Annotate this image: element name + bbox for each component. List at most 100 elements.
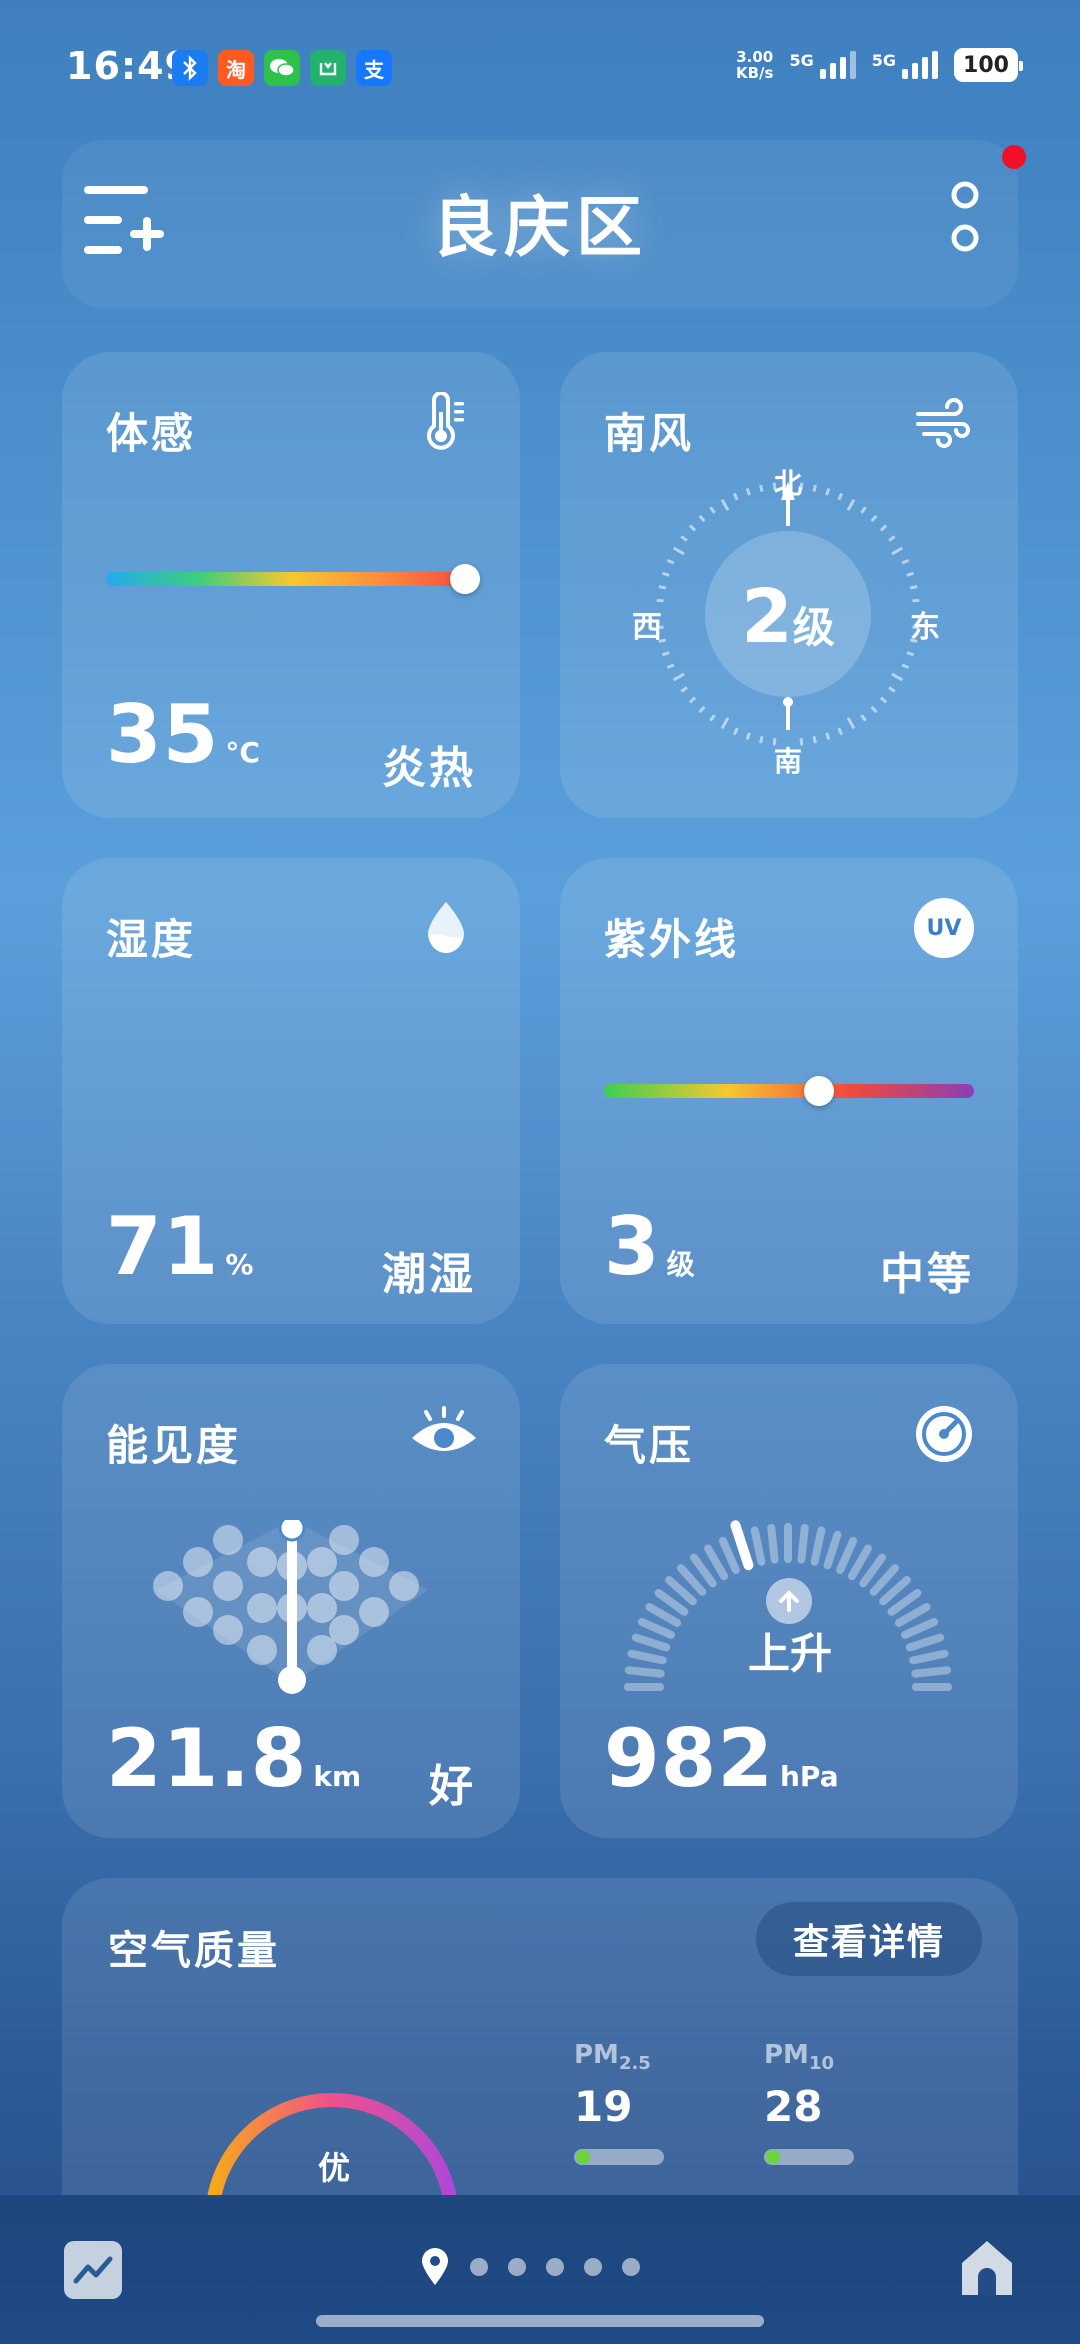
pressure-value: 982 hPa (604, 1712, 839, 1805)
pressure-tick (631, 1633, 671, 1652)
wind-card[interactable]: 南风 北 南 西 东 2级 (560, 352, 1018, 818)
compass-tick (888, 686, 896, 693)
compass-tick (909, 585, 918, 590)
pressure-title: 气压 (604, 1421, 695, 1470)
air-quality-card[interactable]: 空气质量 查看详情 优 PM2.5 19 PM10 28 (62, 1878, 1018, 2198)
pressure-tick (848, 1544, 872, 1581)
pm10-value: 28 (764, 2082, 823, 2132)
wind-icon (914, 392, 974, 452)
thermometer-icon (416, 391, 476, 452)
pressure-tick (900, 1617, 939, 1639)
compass-tick (666, 663, 675, 670)
compass-tick (870, 705, 878, 714)
signal-2-icon: 5G (872, 51, 938, 79)
pressure-unit: hPa (780, 1760, 839, 1793)
compass-tick (658, 585, 667, 590)
network-speed-value: 3.00 (736, 48, 774, 66)
compass-tick (901, 558, 910, 565)
status-indicators: 3.00 KB/s 5G 5G 100 (736, 48, 1023, 82)
page-dot[interactable] (546, 2258, 564, 2276)
uv-card[interactable]: 紫外线 UV 3级 中等 (560, 858, 1018, 1324)
location-pin-icon (422, 2248, 448, 2285)
compass-tick (745, 732, 751, 741)
visibility-card[interactable]: 能见度 21.8 km 好 (62, 1364, 520, 1838)
pm10-label-text: PM (764, 2040, 809, 2070)
humidity-value: 71% (106, 1200, 253, 1293)
page-dot[interactable] (508, 2258, 526, 2276)
wind-level-unit: 级 (792, 603, 835, 652)
pm25-block: PM2.5 19 (574, 2040, 694, 2166)
visibility-value: 21.8 km (106, 1712, 361, 1805)
view-details-button[interactable]: 查看详情 (756, 1902, 982, 1976)
trend-chart-icon[interactable] (64, 2241, 122, 2299)
pm25-label-text: PM (574, 2040, 619, 2070)
pm25-bar (574, 2149, 664, 2166)
feels-like-unit: °C (225, 736, 260, 769)
page-dot[interactable] (622, 2258, 640, 2276)
compass-tick (688, 524, 697, 532)
feels-like-card[interactable]: 体感 35 °C 炎热 (62, 352, 520, 818)
compass-tick (860, 506, 867, 514)
uv-indicator (803, 1076, 834, 1106)
wind-level: 2级 (698, 574, 878, 660)
pressure-number: 982 (604, 1712, 774, 1805)
compass-north-label: 北 (773, 467, 802, 500)
pm25-level-dot (576, 2150, 590, 2165)
page-dot[interactable] (470, 2258, 488, 2276)
compass-tick (837, 492, 844, 501)
compass-south-label: 南 (773, 745, 802, 778)
compass-tick (901, 663, 910, 670)
humidity-number: 71 (106, 1200, 220, 1293)
humidity-card[interactable]: 湿度 71% 潮湿 (62, 858, 520, 1324)
trend-up-icon (766, 1578, 812, 1624)
compass-tick (870, 514, 878, 523)
compass-tick (680, 535, 688, 542)
pressure-trend: 上升 (747, 1629, 832, 1678)
compass-tick (656, 598, 664, 603)
pm25-label: PM2.5 (574, 2040, 694, 2074)
compass-tick (672, 546, 685, 556)
feels-like-value: 35 °C (106, 688, 260, 781)
pressure-tick (689, 1553, 717, 1588)
compass-tick (825, 487, 831, 496)
home-icon[interactable] (958, 2237, 1016, 2299)
compass-tick (891, 546, 904, 556)
feels-like-indicator (449, 564, 480, 594)
visibility-title: 能见度 (106, 1421, 242, 1470)
air-quality-title: 空气质量 (108, 1928, 280, 1974)
compass-tick (732, 492, 739, 501)
pm10-label: PM10 (764, 2040, 884, 2074)
pressure-card[interactable]: 气压 上升 982 hPa (560, 1364, 1018, 1838)
pressure-tick (767, 1523, 779, 1564)
compass-tick (879, 696, 888, 704)
visibility-unit: km (313, 1760, 362, 1793)
compass-tick (759, 735, 764, 744)
humidity-title: 湿度 (106, 915, 197, 964)
compass-tick (661, 571, 670, 577)
pressure-tick (887, 1588, 922, 1616)
compass-tick (837, 727, 844, 736)
compass-west-label: 西 (632, 610, 662, 645)
pressure-tick (637, 1617, 676, 1639)
uv-value: 3级 (604, 1200, 695, 1293)
pressure-tick (810, 1526, 826, 1566)
feels-like-track (106, 572, 476, 586)
compass-tick (720, 498, 730, 511)
compass-tick (879, 524, 888, 532)
page-dot[interactable] (584, 2258, 602, 2276)
home-indicator[interactable] (316, 2315, 764, 2327)
pressure-tick (894, 1603, 931, 1627)
compass-tick (906, 571, 915, 577)
pressure-tick (911, 1666, 952, 1678)
compass-tick (912, 598, 920, 603)
compass-tick (680, 686, 688, 693)
pm10-level-dot (766, 2150, 780, 2165)
compass-tick (906, 651, 915, 657)
page-indicator[interactable] (420, 2247, 640, 2287)
pm25-label-sub: 2.5 (618, 2053, 651, 2075)
compass-tick (661, 651, 670, 657)
compass-tick (698, 705, 706, 714)
compass-tick (846, 498, 856, 511)
more-options-icon[interactable] (950, 180, 980, 254)
uv-number: 3 (604, 1200, 661, 1293)
